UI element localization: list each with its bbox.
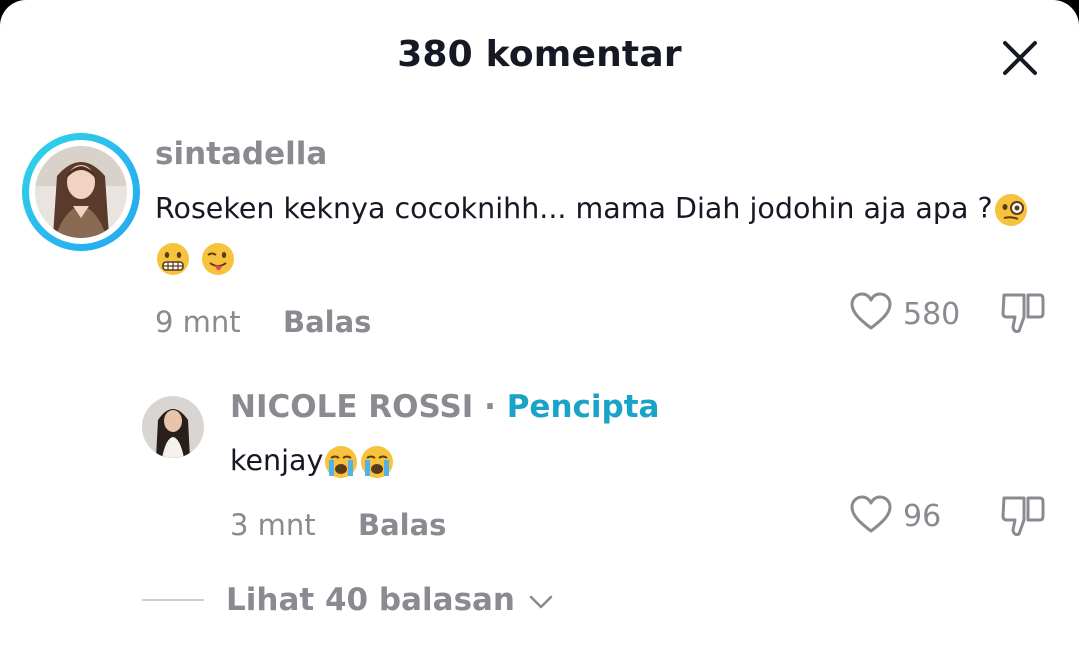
creator-badge: Pencipta — [506, 389, 660, 425]
reply-text-content: kenjay — [230, 444, 324, 477]
replies-divider — [142, 599, 204, 601]
crying-emoji-icon — [361, 446, 394, 478]
close-button[interactable] — [998, 36, 1042, 80]
separator-dot: · — [484, 389, 496, 425]
comment-text-emoji-line — [155, 238, 236, 278]
reply-username-line: NICOLE ROSSI · Pencipta — [230, 389, 659, 425]
view-replies-label: Lihat 40 balasan — [226, 582, 516, 618]
dislike-icon[interactable] — [1000, 494, 1046, 538]
reply-avatar[interactable] — [142, 396, 204, 458]
tongue-wink-emoji-icon — [202, 243, 235, 275]
avatar[interactable] — [35, 146, 127, 238]
reply-username[interactable]: NICOLE ROSSI — [230, 389, 473, 425]
comments-sheet: 380 komentar sintadella Roseken keknya c… — [0, 0, 1079, 660]
dislike-icon[interactable] — [1000, 291, 1046, 335]
comment-text: Roseken keknya cocoknihh... mama Diah jo… — [155, 189, 1029, 229]
monocle-emoji-icon — [994, 194, 1027, 226]
grimacing-emoji-icon — [157, 243, 189, 275]
view-replies-button[interactable]: Lihat 40 balasan — [226, 582, 554, 618]
comments-title: 380 komentar — [397, 34, 682, 75]
comment-username[interactable]: sintadella — [155, 136, 327, 172]
heart-icon[interactable] — [849, 292, 893, 332]
reply-like-count: 96 — [903, 499, 942, 534]
heart-icon[interactable] — [849, 495, 893, 535]
reply-reply-button[interactable]: Balas — [358, 508, 446, 542]
reply-text: kenjay — [230, 441, 395, 481]
comment-time: 9 mnt — [155, 305, 241, 339]
close-icon — [1003, 41, 1037, 75]
crying-emoji-icon — [325, 446, 358, 478]
comment-like-count: 580 — [903, 297, 961, 332]
reply-time: 3 mnt — [230, 508, 316, 542]
chevron-down-icon — [529, 595, 553, 608]
comment-text-line1: Roseken keknya cocoknihh... mama Diah jo… — [155, 192, 993, 225]
comment-reply-button[interactable]: Balas — [283, 305, 371, 339]
